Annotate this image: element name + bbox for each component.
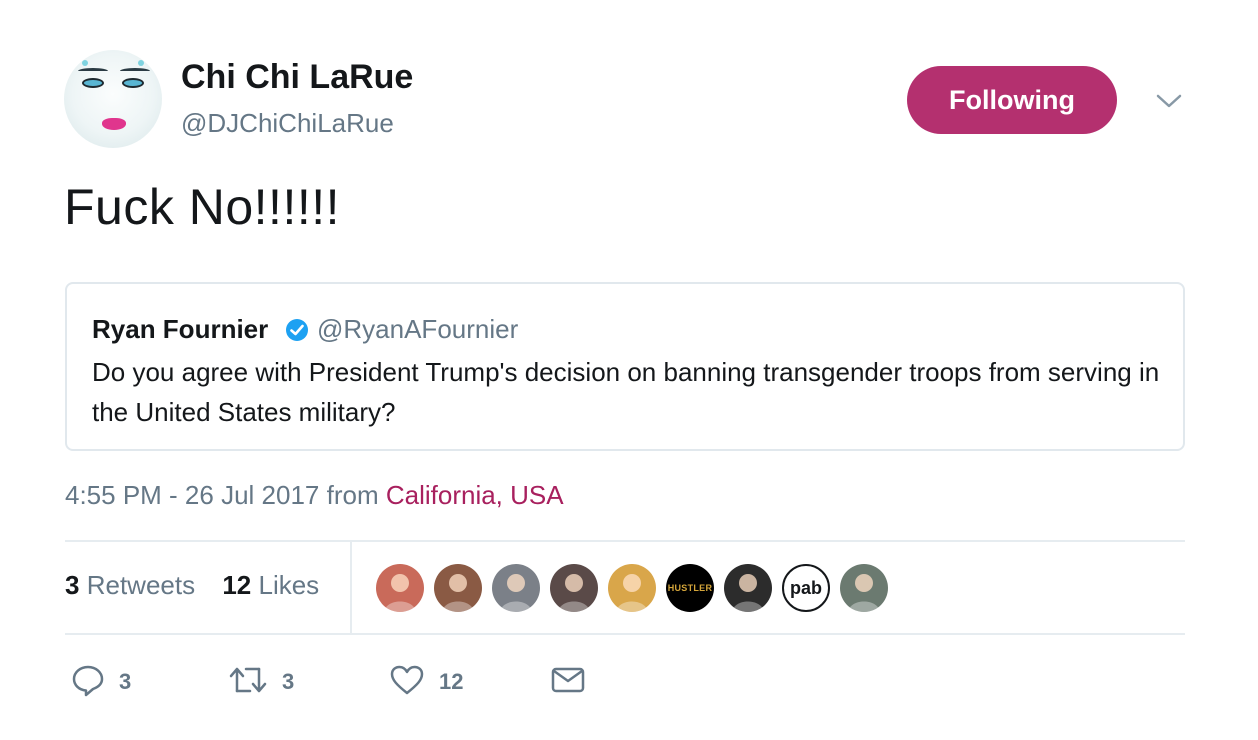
divider bbox=[65, 633, 1185, 635]
liker-avatar-pab[interactable]: pab bbox=[782, 564, 830, 612]
retweets-label: Retweets bbox=[86, 570, 196, 600]
retweet-button[interactable]: 3 bbox=[228, 662, 294, 702]
quoted-author-handle: @RyanAFournier bbox=[317, 314, 519, 344]
liker-avatar-1[interactable] bbox=[376, 564, 424, 612]
avatar-detail bbox=[138, 60, 144, 66]
liker-avatar-label: HUSTLER bbox=[667, 583, 713, 593]
liker-avatar-2[interactable] bbox=[434, 564, 482, 612]
tweet-location[interactable]: California, USA bbox=[386, 480, 564, 510]
avatar-detail bbox=[102, 118, 126, 130]
following-button[interactable]: Following bbox=[907, 66, 1117, 134]
reply-button[interactable]: 3 bbox=[71, 662, 131, 702]
avatar-photo bbox=[848, 574, 880, 612]
heart-icon bbox=[389, 664, 425, 701]
reply-icon bbox=[71, 663, 105, 702]
avatar-detail bbox=[78, 68, 108, 74]
tweet-timestamp[interactable]: 4:55 PM - 26 Jul 2017 bbox=[65, 480, 319, 510]
tweet-text: Fuck No!!!!!! bbox=[64, 179, 341, 235]
avatar-photo bbox=[442, 574, 474, 612]
avatar-photo bbox=[558, 574, 590, 612]
liker-avatar-hustler[interactable]: HUSTLER bbox=[666, 564, 714, 612]
avatar-detail bbox=[120, 68, 150, 74]
direct-message-button[interactable] bbox=[551, 662, 585, 702]
liker-avatar-label: pab bbox=[789, 577, 822, 598]
likes-count: 12 bbox=[222, 570, 252, 600]
reply-count: 3 bbox=[119, 669, 132, 694]
divider bbox=[65, 540, 1185, 542]
divider bbox=[350, 541, 352, 634]
retweets-stat[interactable]: 3 Retweets bbox=[65, 570, 195, 600]
author-avatar[interactable] bbox=[64, 50, 162, 148]
like-count: 12 bbox=[439, 669, 464, 694]
retweets-count: 3 bbox=[65, 570, 80, 600]
chevron-down-icon[interactable] bbox=[1154, 86, 1184, 116]
avatar-detail bbox=[82, 60, 88, 66]
avatar-detail bbox=[82, 78, 104, 88]
avatar-photo bbox=[616, 574, 648, 612]
envelope-icon bbox=[551, 666, 585, 699]
liker-avatar-3[interactable] bbox=[492, 564, 540, 612]
liker-avatar-4[interactable] bbox=[550, 564, 598, 612]
from-label: from bbox=[326, 480, 379, 510]
quoted-author-name: Ryan Fournier bbox=[92, 314, 269, 344]
avatar-photo bbox=[384, 574, 416, 612]
quoted-tweet-text: Do you agree with President Trump's deci… bbox=[92, 357, 1160, 427]
quoted-tweet[interactable]: Ryan Fournier @RyanAFournier Do you agre… bbox=[65, 282, 1185, 451]
liker-avatar-5[interactable] bbox=[608, 564, 656, 612]
avatar-photo bbox=[500, 574, 532, 612]
tweet-header: Chi Chi LaRue @DJChiChiLaRue Following bbox=[64, 50, 1194, 150]
likes-label: Likes bbox=[258, 570, 320, 600]
avatar-photo bbox=[732, 574, 764, 612]
liker-avatar-7[interactable] bbox=[724, 564, 772, 612]
retweet-count: 3 bbox=[282, 669, 295, 694]
author-handle[interactable]: @DJChiChiLaRue bbox=[181, 108, 394, 139]
likes-stat[interactable]: 12 Likes bbox=[222, 570, 319, 600]
retweet-icon bbox=[228, 664, 268, 701]
liker-avatar-9[interactable] bbox=[840, 564, 888, 612]
tweet-stats: 3 Retweets 12 Likes bbox=[65, 570, 319, 601]
author-display-name[interactable]: Chi Chi LaRue bbox=[181, 58, 413, 97]
verified-badge-icon bbox=[285, 318, 309, 342]
avatar-detail bbox=[122, 78, 144, 88]
like-button[interactable]: 12 bbox=[389, 662, 463, 702]
tweet-meta: 4:55 PM - 26 Jul 2017 from California, U… bbox=[65, 480, 564, 511]
